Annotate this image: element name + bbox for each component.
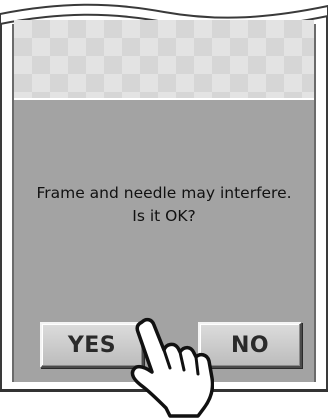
message-line-2: Is it OK? xyxy=(132,207,196,225)
dialog-message: Frame and needle may interfere. Is it OK… xyxy=(14,182,314,228)
message-line-1: Frame and needle may interfere. xyxy=(36,184,292,202)
background-pattern xyxy=(14,20,314,98)
device-screen: Frame and needle may interfere. Is it OK… xyxy=(0,0,328,418)
pointing-hand-icon xyxy=(130,317,214,418)
